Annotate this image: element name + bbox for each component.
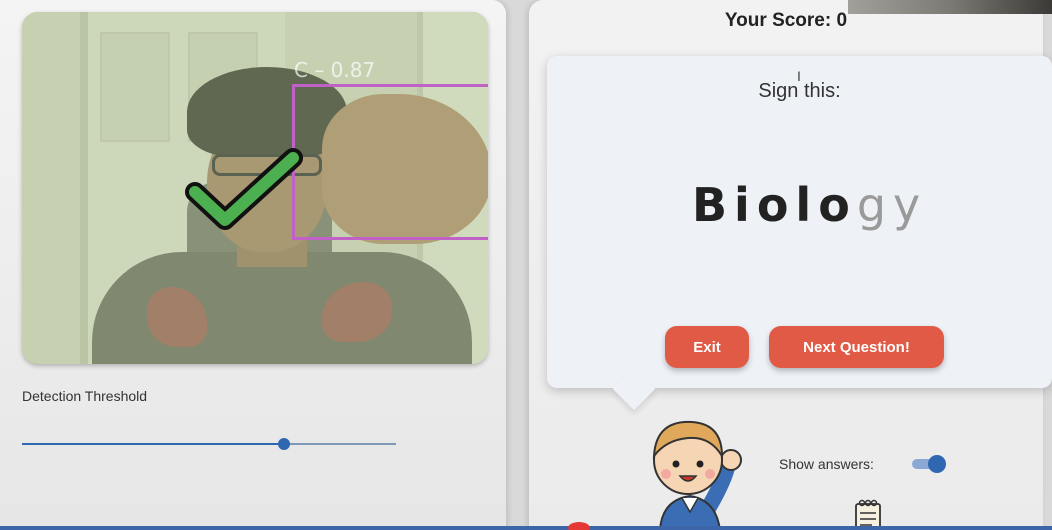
waving-boy-icon — [652, 420, 742, 530]
checkmark-icon — [185, 148, 303, 230]
presenter-camera-strip — [848, 0, 1052, 14]
threshold-label: Detection Threshold — [22, 388, 148, 404]
camera-panel: C – 0.87 Detection Threshold — [0, 0, 506, 530]
slider-thumb[interactable] — [277, 438, 290, 450]
word-completed-letters: Biolo — [692, 178, 857, 232]
show-answers-label: Show answers: — [779, 456, 874, 472]
target-word: Biology — [692, 178, 927, 232]
bottom-progress-bar — [0, 526, 1052, 530]
threshold-slider[interactable] — [22, 436, 396, 454]
detection-box — [292, 84, 488, 240]
detection-label: C – 0.87 — [294, 58, 376, 82]
webcam-feed: C – 0.87 — [22, 12, 488, 364]
word-remaining-letters: gy — [856, 178, 928, 232]
text-cursor-icon: I — [797, 68, 801, 84]
show-answers-toggle[interactable] — [910, 455, 946, 473]
record-indicator — [568, 522, 590, 530]
next-question-button[interactable]: Next Question! — [769, 326, 944, 368]
exit-button[interactable]: Exit — [665, 326, 749, 368]
question-card: Sign this: I Biology Exit Next Question! — [547, 56, 1052, 411]
